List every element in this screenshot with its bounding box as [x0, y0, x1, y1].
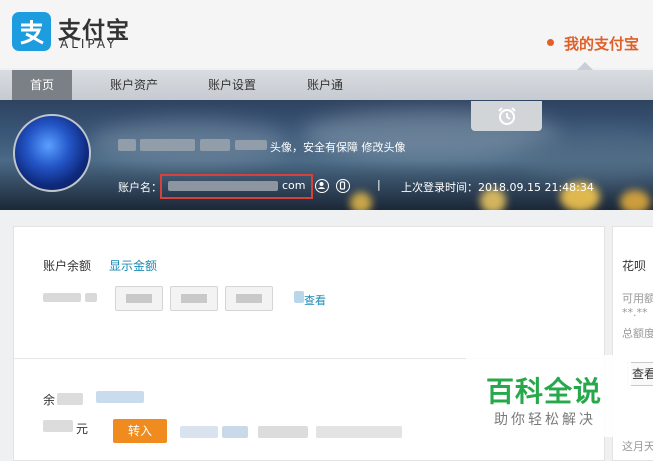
masked-text	[85, 293, 97, 302]
alipay-logo-icon[interactable]	[12, 12, 51, 51]
blurred-name	[118, 139, 136, 151]
watermark-title: 百科全说	[486, 375, 603, 408]
watermark-subtitle: 助你轻松解决	[494, 412, 596, 428]
masked-text	[258, 426, 308, 438]
masked-link[interactable]	[96, 391, 144, 403]
top-header: 支付宝 ALIPAY 我的支付宝	[0, 0, 653, 70]
masked-text	[222, 426, 248, 438]
my-alipay-link[interactable]: 我的支付宝	[546, 33, 639, 54]
nav-tab-assets[interactable]: 账户资产	[100, 70, 168, 100]
blurred-name	[200, 139, 230, 151]
masked-text	[43, 293, 81, 302]
balance-masked-box	[225, 286, 273, 311]
show-balance-link[interactable]: 显示金额	[109, 257, 157, 274]
account-name-masked	[168, 181, 278, 191]
huabei-masked-amount: **.**	[622, 306, 648, 319]
divider-bar: |	[377, 178, 381, 191]
currency-unit: 元	[76, 422, 89, 436]
mobile-bind-icon[interactable]	[336, 179, 350, 193]
logo-subtext: ALIPAY	[60, 37, 118, 51]
balance-masked-box	[170, 286, 218, 311]
main-nav: 首页 账户资产 账户设置 账户通	[0, 70, 653, 100]
user-verify-icon[interactable]	[315, 179, 329, 193]
view-balance-link[interactable]: 查看	[304, 292, 326, 308]
alarm-clock-icon	[498, 107, 516, 125]
balance-label: 账户余额	[43, 259, 92, 273]
my-alipay-label: 我的支付宝	[563, 35, 639, 53]
account-name-label: 账户名：	[118, 181, 162, 194]
masked-text	[57, 393, 83, 405]
blurred-name	[235, 140, 267, 150]
huabei-total-label: 总额度	[622, 327, 653, 340]
huabei-title: 花呗	[622, 259, 647, 273]
transfer-in-button[interactable]: 转入	[113, 419, 167, 443]
balance-masked-box	[115, 286, 163, 311]
user-avatar[interactable]	[13, 114, 91, 192]
masked-text	[316, 426, 402, 438]
blurred-name	[140, 139, 195, 151]
masked-amount	[43, 420, 73, 432]
last-login-time: 上次登录时间：2018.09.15 21:48:34	[401, 181, 594, 194]
huabei-available-label: 可用额	[622, 292, 653, 305]
masked-text	[294, 291, 304, 303]
account-name-suffix: com	[282, 179, 306, 192]
yuebao-label: 余	[43, 393, 56, 407]
alarm-clock-button[interactable]	[471, 101, 542, 131]
nav-tab-account-pass[interactable]: 账户通	[296, 70, 354, 100]
nav-tab-settings[interactable]: 账户设置	[198, 70, 266, 100]
bullet-icon	[546, 39, 554, 46]
huabei-month-label: 这月天	[622, 440, 653, 453]
masked-text	[180, 426, 218, 438]
avatar-security-note[interactable]: 头像，安全有保障 修改头像	[270, 139, 406, 155]
nav-tab-home[interactable]: 首页	[12, 70, 72, 100]
nav-indicator-arrow	[577, 62, 593, 70]
